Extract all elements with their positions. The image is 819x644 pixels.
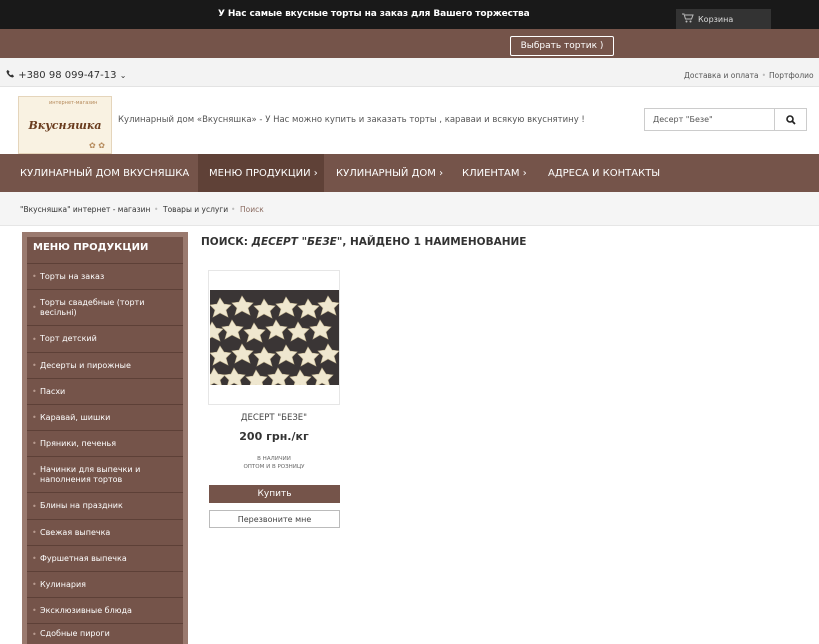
sidebar-item-label: Каравай, шишки bbox=[40, 412, 111, 422]
sidebar-item[interactable]: • Эксклюзивные блюда bbox=[27, 597, 183, 623]
sidebar-item-label: Торт детский bbox=[40, 334, 97, 343]
callback-button[interactable]: Перезвоните мне bbox=[209, 510, 340, 528]
bullet-icon: • bbox=[32, 303, 37, 312]
logo-text: Вкусняшка bbox=[28, 118, 102, 132]
bullet-icon: • bbox=[32, 413, 37, 422]
product-name[interactable]: ДЕСЕРТ "БЕЗЕ" bbox=[208, 413, 340, 423]
bullet-icon: • bbox=[32, 501, 37, 511]
cart-icon bbox=[682, 13, 694, 26]
bullet-icon: • bbox=[32, 361, 37, 370]
breadcrumb-current: Поиск bbox=[240, 205, 264, 214]
nav-item-home[interactable]: КУЛИНАРНЫЙ ДОМ ВКУСНЯШКА bbox=[0, 154, 198, 192]
bullet-icon: • bbox=[32, 580, 37, 589]
bullet-icon: • bbox=[32, 334, 37, 344]
search-button[interactable] bbox=[775, 108, 807, 131]
breadcrumb-separator: • bbox=[231, 205, 236, 214]
separator-dot: • bbox=[761, 71, 767, 80]
portfolio-link[interactable]: Портфолио bbox=[769, 71, 814, 80]
sidebar-item[interactable]: • Кулинария bbox=[27, 571, 183, 597]
nav-item-culinary-house[interactable]: КУЛИНАРНЫЙ ДОМ › bbox=[336, 154, 452, 192]
promo-bar bbox=[0, 29, 819, 58]
sidebar-item[interactable]: • Каравай, шишки bbox=[27, 404, 183, 430]
promo-text: У Нас самые вкусные торты на заказ для В… bbox=[218, 9, 530, 19]
logo[interactable]: интернет-магазин Вкусняшка ✿ ✿ bbox=[18, 96, 112, 154]
product-image[interactable] bbox=[210, 290, 339, 385]
sidebar-item-label: Фуршетная выпечка bbox=[40, 553, 127, 563]
sidebar-item-label: Торты на заказ bbox=[40, 271, 105, 281]
nav-item-products[interactable]: МЕНЮ ПРОДУКЦИИ › bbox=[198, 154, 324, 192]
phone-dropdown[interactable]: +380 98 099-47-13 ⌄ bbox=[6, 69, 126, 81]
sidebar-item[interactable]: • Фуршетная выпечка bbox=[27, 545, 183, 571]
product-stock-status: В НАЛИЧИИ ОПТОМ И В РОЗНИЦУ bbox=[208, 455, 340, 471]
sidebar-item-label: Эксклюзивные блюда bbox=[40, 605, 132, 615]
chevron-down-icon: ⌄ bbox=[119, 71, 127, 80]
breadcrumb-separator: • bbox=[154, 205, 159, 214]
search-input[interactable]: Десерт "Безе" bbox=[644, 108, 775, 131]
delivery-link[interactable]: Доставка и оплата bbox=[684, 71, 759, 80]
logo-cakes-decoration: ✿ ✿ bbox=[89, 141, 105, 150]
choose-cake-button[interactable]: Выбрать тортик ) bbox=[510, 36, 614, 56]
nav-item-clients[interactable]: КЛИЕНТАМ › bbox=[462, 154, 542, 192]
sidebar-item-label: Пасхи bbox=[40, 386, 66, 396]
page-title-prefix: ПОИСК: bbox=[201, 236, 252, 248]
sidebar-item[interactable]: • Торты на заказ bbox=[27, 263, 183, 289]
search-icon bbox=[785, 110, 796, 129]
sidebar-item-label: Сдобные пироги bbox=[40, 629, 110, 638]
sidebar-item-label: Блины на праздник bbox=[40, 501, 123, 510]
top-links: Доставка и оплата • Портфолио bbox=[684, 71, 814, 80]
logo-caption: интернет-магазин bbox=[49, 100, 98, 106]
bullet-icon: • bbox=[32, 387, 37, 396]
breadcrumb-home[interactable]: "Вкусняшка" интернет - магазин bbox=[20, 205, 150, 214]
sidebar-title: МЕНЮ ПРОДУКЦИИ bbox=[33, 242, 149, 253]
sidebar-item[interactable]: • Десерты и пирожные bbox=[27, 352, 183, 378]
sidebar-item-label: Торты свадебные (торти весільні) bbox=[40, 297, 145, 317]
sidebar-item-label: Десерты и пирожные bbox=[40, 360, 131, 370]
sidebar-item[interactable]: • Пасхи bbox=[27, 378, 183, 404]
sidebar-item-label: Кулинария bbox=[40, 579, 86, 589]
bullet-icon: • bbox=[32, 272, 37, 281]
sidebar-item-label: Свежая выпечка bbox=[40, 527, 111, 537]
sidebar-item[interactable]: • Торт детский bbox=[27, 325, 183, 352]
sidebar-item[interactable]: • Блины на праздник bbox=[27, 492, 183, 519]
phone-icon bbox=[6, 69, 18, 81]
buy-button[interactable]: Купить bbox=[209, 485, 340, 503]
bullet-icon: • bbox=[32, 470, 37, 479]
bullet-icon: • bbox=[32, 554, 37, 563]
breadcrumb-goods[interactable]: Товары и услуги bbox=[163, 205, 228, 214]
sidebar-item[interactable]: • Свежая выпечка bbox=[27, 519, 183, 545]
header-tagline: Кулинарный дом «Вкусняшка» - У Нас можно… bbox=[118, 115, 585, 125]
cart-label: Корзина bbox=[698, 14, 734, 24]
bullet-icon: • bbox=[32, 439, 37, 448]
product-price: 200 грн./кг bbox=[239, 430, 309, 443]
stock-line-wholesale: ОПТОМ И В РОЗНИЦУ bbox=[243, 464, 305, 470]
bullet-icon: • bbox=[32, 528, 37, 537]
sidebar-item[interactable]: • Пряники, печенья bbox=[27, 430, 183, 456]
cart-button[interactable]: Корзина bbox=[676, 9, 771, 29]
bullet-icon: • bbox=[32, 629, 37, 639]
sidebar-item[interactable]: • Торты свадебные (торти весільні) bbox=[27, 289, 183, 325]
nav-item-contacts[interactable]: АДРЕСА И КОНТАКТЫ bbox=[548, 154, 660, 192]
stock-line-availability: В НАЛИЧИИ bbox=[257, 456, 291, 462]
page-title: ПОИСК: ДЕСЕРТ "БЕЗЕ", НАЙДЕНО 1 НАИМЕНОВ… bbox=[201, 236, 526, 248]
page-title-query: ДЕСЕРТ "БЕЗЕ" bbox=[251, 236, 343, 248]
sidebar-item[interactable]: • Сдобные пироги bbox=[27, 623, 183, 644]
sidebar-item[interactable]: • Начинки для выпечки и наполнения тортов bbox=[27, 456, 183, 492]
page-title-suffix: , НАЙДЕНО 1 НАИМЕНОВАНИЕ bbox=[342, 236, 527, 248]
sidebar-item-label: Начинки для выпечки и наполнения тортов bbox=[40, 464, 141, 484]
phone-number: +380 98 099-47-13 bbox=[18, 70, 117, 81]
sidebar-item-label: Пряники, печенья bbox=[40, 438, 117, 448]
bullet-icon: • bbox=[32, 606, 37, 615]
